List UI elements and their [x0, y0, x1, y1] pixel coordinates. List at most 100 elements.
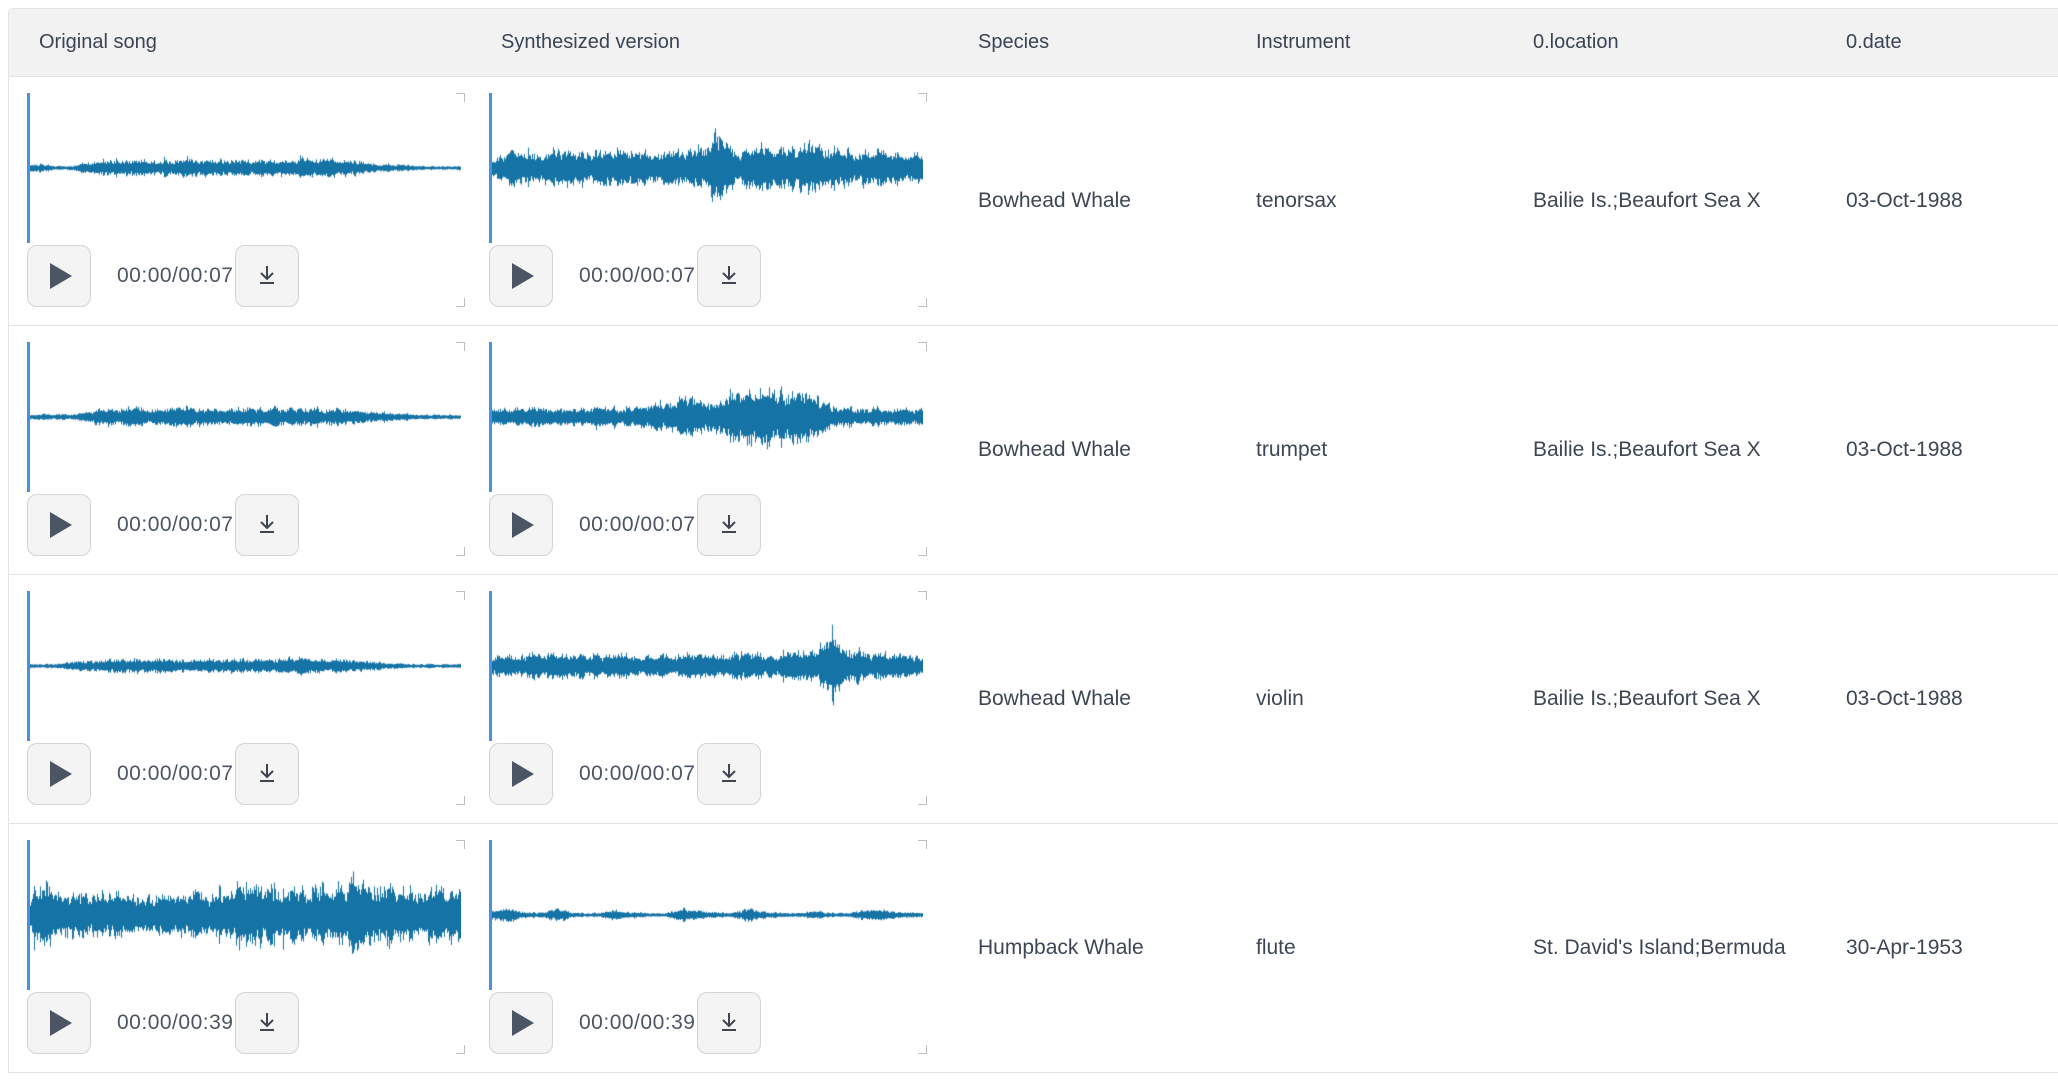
waveform[interactable]	[489, 840, 923, 990]
play-icon	[512, 512, 534, 538]
play-icon	[50, 512, 72, 538]
play-button[interactable]	[489, 494, 553, 556]
play-button[interactable]	[27, 494, 91, 556]
waveform-canvas	[27, 342, 461, 492]
cell-original-song: 00:00/00:07	[9, 326, 471, 574]
playhead-cursor[interactable]	[27, 93, 30, 243]
waveform-canvas	[489, 591, 923, 741]
playhead-cursor[interactable]	[27, 591, 30, 741]
cell-species: Bowhead Whale	[948, 326, 1226, 574]
audio-player-synthesized: 00:00/00:07	[489, 342, 923, 556]
play-button[interactable]	[489, 245, 553, 307]
waveform[interactable]	[489, 342, 923, 492]
play-icon	[50, 1010, 72, 1036]
play-icon	[512, 1010, 534, 1036]
audio-controls: 00:00/00:07	[489, 494, 923, 556]
table-row: 00:00/00:07	[9, 326, 2058, 575]
audio-controls: 00:00/00:39	[27, 992, 461, 1054]
cell-location: Bailie Is.;Beaufort Sea X	[1503, 77, 1816, 325]
download-button[interactable]	[235, 992, 299, 1054]
audio-player-original: 00:00/00:07	[27, 342, 461, 556]
corner-mark-bottom-right	[456, 796, 465, 805]
table-body: 00:00/00:07	[9, 77, 2058, 1073]
waveform[interactable]	[27, 840, 461, 990]
play-button[interactable]	[489, 743, 553, 805]
download-button[interactable]	[697, 743, 761, 805]
header-original-song: Original song	[9, 9, 471, 76]
cell-date: 30-Apr-1953	[1816, 824, 2058, 1072]
playhead-cursor[interactable]	[27, 342, 30, 492]
cell-instrument: flute	[1226, 824, 1503, 1072]
table-header-row: Original song Synthesized version Specie…	[9, 9, 2058, 77]
download-button[interactable]	[697, 494, 761, 556]
cell-synthesized-version: 00:00/00:07	[471, 326, 948, 574]
corner-mark-bottom-right	[456, 1045, 465, 1054]
cell-original-song: 00:00/00:07	[9, 77, 471, 325]
waveform[interactable]	[27, 342, 461, 492]
play-button[interactable]	[489, 992, 553, 1054]
time-display: 00:00/00:07	[579, 264, 695, 288]
play-button[interactable]	[27, 743, 91, 805]
audio-player-original: 00:00/00:39	[27, 840, 461, 1054]
cell-date: 03-Oct-1988	[1816, 326, 2058, 574]
cell-original-song: 00:00/00:39	[9, 824, 471, 1072]
waveform[interactable]	[27, 93, 461, 243]
time-display: 00:00/00:07	[579, 762, 695, 786]
waveform-canvas	[27, 93, 461, 243]
cell-location: Bailie Is.;Beaufort Sea X	[1503, 326, 1816, 574]
download-button[interactable]	[697, 992, 761, 1054]
time-display: 00:00/00:39	[117, 1011, 233, 1035]
waveform-canvas	[489, 342, 923, 492]
corner-mark-bottom-right	[918, 298, 927, 307]
play-icon	[50, 263, 72, 289]
cell-synthesized-version: 00:00/00:39	[471, 824, 948, 1072]
audio-controls: 00:00/00:07	[27, 494, 461, 556]
download-icon	[254, 512, 280, 538]
play-button[interactable]	[27, 245, 91, 307]
download-button[interactable]	[697, 245, 761, 307]
waveform[interactable]	[489, 93, 923, 243]
table-row: 00:00/00:07	[9, 575, 2058, 824]
audio-controls: 00:00/00:39	[489, 992, 923, 1054]
audio-controls: 00:00/00:07	[27, 245, 461, 307]
download-button[interactable]	[235, 494, 299, 556]
download-button[interactable]	[235, 743, 299, 805]
waveform-canvas	[489, 93, 923, 243]
playhead-cursor[interactable]	[489, 93, 492, 243]
time-display: 00:00/00:07	[579, 513, 695, 537]
table-row: 00:00/00:07	[9, 77, 2058, 326]
download-icon	[716, 1010, 742, 1036]
playhead-cursor[interactable]	[489, 342, 492, 492]
audio-player-original: 00:00/00:07	[27, 591, 461, 805]
header-species: Species	[948, 9, 1226, 76]
cell-original-song: 00:00/00:07	[9, 575, 471, 823]
playhead-cursor[interactable]	[489, 840, 492, 990]
play-icon	[512, 263, 534, 289]
waveform[interactable]	[489, 591, 923, 741]
download-icon	[716, 761, 742, 787]
playhead-cursor[interactable]	[27, 840, 30, 990]
table-row: 00:00/00:39	[9, 824, 2058, 1073]
cell-instrument: trumpet	[1226, 326, 1503, 574]
play-icon	[50, 761, 72, 787]
corner-mark-bottom-right	[918, 796, 927, 805]
corner-mark-bottom-right	[918, 547, 927, 556]
time-display: 00:00/00:07	[117, 264, 233, 288]
waveform-canvas	[27, 591, 461, 741]
header-synthesized-version: Synthesized version	[471, 9, 948, 76]
download-button[interactable]	[235, 245, 299, 307]
audio-controls: 00:00/00:07	[489, 245, 923, 307]
waveform[interactable]	[27, 591, 461, 741]
cell-instrument: violin	[1226, 575, 1503, 823]
audio-player-synthesized: 00:00/00:07	[489, 591, 923, 805]
cell-location: St. David's Island;Bermuda	[1503, 824, 1816, 1072]
cell-synthesized-version: 00:00/00:07	[471, 77, 948, 325]
download-icon	[254, 1010, 280, 1036]
cell-instrument: tenorsax	[1226, 77, 1503, 325]
header-date: 0.date	[1816, 9, 2058, 76]
audio-player-synthesized: 00:00/00:39	[489, 840, 923, 1054]
cell-location: Bailie Is.;Beaufort Sea X	[1503, 575, 1816, 823]
time-display: 00:00/00:07	[117, 513, 233, 537]
play-button[interactable]	[27, 992, 91, 1054]
playhead-cursor[interactable]	[489, 591, 492, 741]
